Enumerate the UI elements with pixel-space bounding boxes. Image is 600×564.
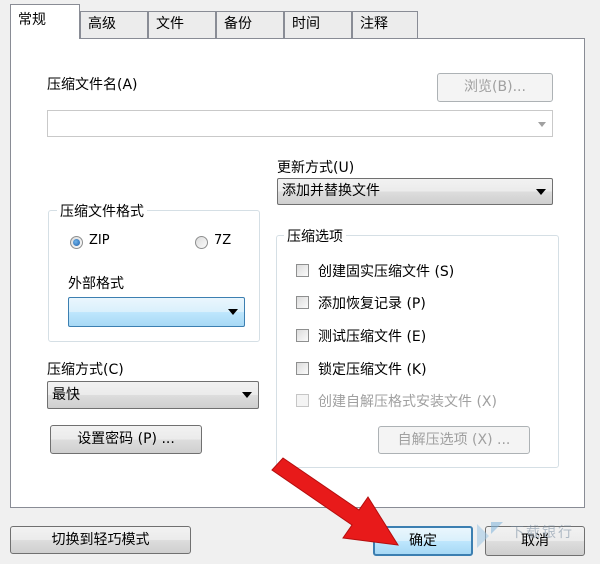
tab-advanced[interactable]: 高级 [80, 11, 148, 38]
archive-format-title: 压缩文件格式 [57, 201, 147, 221]
archive-name-label: 压缩文件名(A) [47, 77, 138, 93]
chevron-down-icon [242, 392, 252, 398]
lock-archive-label: 锁定压缩文件 (K) [318, 362, 427, 378]
tab-time-label: 时间 [292, 16, 320, 32]
watermark-logo-icon [475, 520, 505, 550]
update-mode-select[interactable]: 添加并替换文件 [277, 178, 553, 205]
compression-options-title: 压缩选项 [284, 226, 346, 246]
test-archive-checkbox[interactable] [296, 329, 309, 342]
compression-method-value: 最快 [52, 387, 80, 403]
ok-button[interactable]: 确定 [373, 526, 473, 556]
sfx-options-button[interactable]: 自解压选项 (X) ... [378, 426, 530, 454]
chevron-down-icon [536, 188, 546, 195]
chevron-down-icon [538, 122, 546, 127]
compression-method-select[interactable]: 最快 [47, 381, 259, 409]
tab-backup[interactable]: 备份 [216, 11, 284, 38]
lock-archive-checkbox[interactable] [296, 362, 309, 375]
sevenz-label: 7Z [214, 233, 232, 248]
tab-time[interactable]: 时间 [284, 11, 352, 38]
tab-general[interactable]: 常规 [10, 4, 80, 39]
solid-archive-checkbox[interactable] [296, 264, 309, 277]
recovery-record-checkbox[interactable] [296, 296, 309, 309]
tab-files-label: 文件 [156, 16, 184, 32]
external-format-select[interactable] [68, 297, 245, 327]
update-mode-label: 更新方式(U) [277, 160, 355, 176]
browse-button[interactable]: 浏览(B)... [437, 73, 553, 102]
zip-radio[interactable] [70, 236, 83, 249]
sevenz-radio[interactable] [195, 236, 208, 249]
tab-general-label: 常规 [18, 12, 46, 28]
test-archive-label: 测试压缩文件 (E) [318, 329, 427, 345]
recovery-record-label: 添加恢复记录 (P) [318, 296, 426, 312]
compression-method-label: 压缩方式(C) [47, 362, 124, 378]
sfx-archive-checkbox[interactable] [296, 394, 309, 407]
tab-advanced-label: 高级 [88, 16, 116, 32]
zip-label: ZIP [89, 233, 110, 248]
switch-mode-button[interactable]: 切换到轻巧模式 [10, 526, 191, 554]
chevron-down-icon [228, 309, 238, 315]
external-format-label: 外部格式 [68, 276, 124, 292]
tab-comment-label: 注释 [360, 16, 388, 32]
update-mode-value: 添加并替换文件 [282, 183, 380, 199]
tab-backup-label: 备份 [224, 16, 252, 32]
tab-files[interactable]: 文件 [148, 11, 216, 38]
set-password-button[interactable]: 设置密码 (P) ... [50, 425, 202, 454]
watermark-text: 下载银行 [510, 525, 574, 541]
tab-comment[interactable]: 注释 [352, 11, 418, 38]
sfx-archive-label: 创建自解压格式安装文件 (X) [318, 394, 497, 410]
solid-archive-label: 创建固实压缩文件 (S) [318, 264, 455, 280]
archive-name-input[interactable] [47, 110, 553, 137]
